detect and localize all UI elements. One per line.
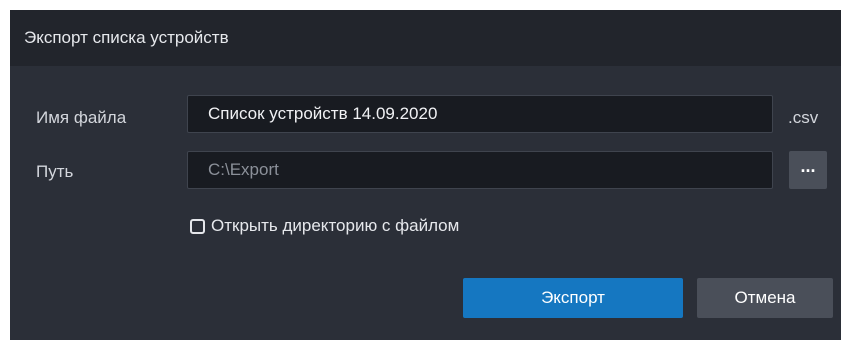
dialog-titlebar: Экспорт списка устройств (10, 10, 841, 66)
dialog-title: Экспорт списка устройств (24, 28, 229, 47)
file-extension-label: .csv (788, 108, 819, 127)
open-directory-option[interactable]: Открыть директорию с файлом (190, 215, 459, 237)
filename-input[interactable]: Список устройств 14.09.2020 (187, 95, 773, 133)
browse-button[interactable]: ... (789, 151, 827, 189)
export-dialog: Экспорт списка устройств Имя файла Списо… (10, 10, 841, 340)
open-directory-checkbox[interactable] (190, 218, 205, 234)
export-button[interactable]: Экспорт (463, 278, 683, 318)
path-label: Путь (36, 162, 74, 181)
path-input[interactable]: C:\Export (187, 151, 773, 189)
open-directory-label: Открыть директорию с файлом (211, 216, 460, 235)
cancel-button[interactable]: Отмена (697, 278, 833, 318)
filename-label: Имя файла (36, 108, 127, 127)
